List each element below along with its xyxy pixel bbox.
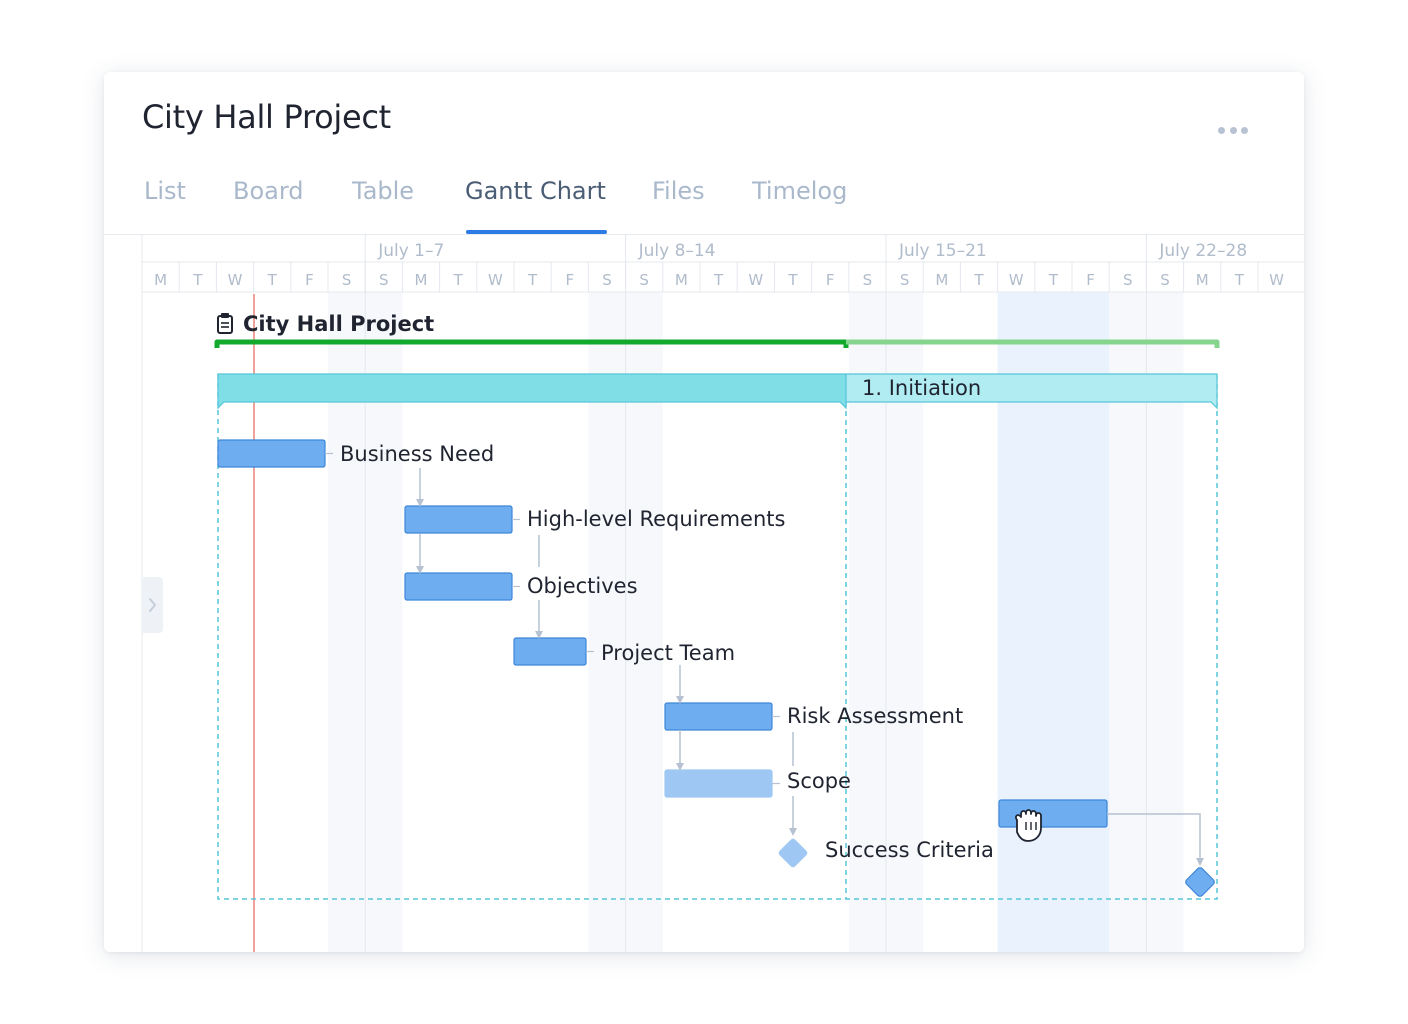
hand-shape (1015, 809, 1042, 842)
day-label: S (1123, 271, 1133, 289)
day-label: F (305, 271, 314, 289)
day-label: M (154, 271, 167, 289)
day-label: S (900, 271, 910, 289)
project-name[interactable]: City Hall Project (243, 312, 434, 336)
day-label: T (713, 271, 724, 289)
day-label: M (415, 271, 428, 289)
task-bar[interactable] (664, 769, 773, 798)
day-label: T (787, 271, 798, 289)
day-label: W (228, 271, 243, 289)
project-window: City Hall Project List Board Table Gantt… (104, 72, 1304, 952)
day-label: W (488, 271, 503, 289)
task-bar[interactable] (664, 702, 773, 731)
day-label: S (639, 271, 649, 289)
day-label: F (565, 271, 574, 289)
day-label: W (1269, 271, 1284, 289)
week-label: July 15–21 (898, 241, 987, 261)
task-bar[interactable] (217, 439, 326, 468)
task-name[interactable]: Scope (787, 769, 851, 793)
day-label: T (267, 271, 278, 289)
project-bar-complete[interactable] (214, 339, 849, 348)
clipboard-icon (217, 313, 233, 334)
task-name[interactable]: Objectives (527, 574, 638, 598)
day-label: T (1048, 271, 1059, 289)
phase-name[interactable]: 1. Initiation (862, 376, 981, 400)
gantt-chart: M T W T F S S M T W T F S S M T W T F S S M T W T F S S M T W July 1–7 J… (141, 234, 1304, 952)
clipboard-body (217, 315, 233, 334)
milestone-name[interactable]: Success Criteria (825, 838, 994, 862)
task-name[interactable]: Project Team (601, 641, 735, 665)
dragged-task-bar[interactable] (998, 799, 1108, 828)
day-label: M (675, 271, 688, 289)
day-label: T (192, 271, 203, 289)
phase-bar-complete[interactable] (217, 373, 847, 410)
week-label: July 8–14 (638, 241, 716, 261)
day-label: W (1009, 271, 1024, 289)
task-bar[interactable] (404, 572, 513, 601)
week-label: July 22–28 (1158, 241, 1247, 261)
day-label: T (1234, 271, 1245, 289)
day-label: T (527, 271, 538, 289)
day-label: F (826, 271, 835, 289)
day-label: S (379, 271, 389, 289)
day-label: S (342, 271, 352, 289)
day-label: S (863, 271, 873, 289)
task-name[interactable]: Business Need (340, 442, 494, 466)
task-name[interactable]: Risk Assessment (787, 704, 963, 728)
day-label: W (748, 271, 763, 289)
day-label: T (453, 271, 464, 289)
day-label: F (1086, 271, 1095, 289)
task-bar[interactable] (404, 505, 513, 534)
end-milestone-diamond[interactable] (1184, 866, 1215, 897)
chevron-right-icon[interactable] (142, 577, 163, 633)
grab-hand-icon[interactable] (1015, 809, 1042, 842)
day-label: M (1196, 271, 1209, 289)
week-label: July 1–7 (377, 241, 444, 261)
milestone-diamond[interactable] (777, 837, 808, 868)
day-label: T (973, 271, 984, 289)
day-label: S (602, 271, 612, 289)
clipboard-clip (221, 313, 229, 318)
task-bar[interactable] (513, 637, 587, 666)
day-label: M (935, 271, 948, 289)
day-label: S (1160, 271, 1170, 289)
task-name[interactable]: High-level Requirements (527, 507, 785, 531)
